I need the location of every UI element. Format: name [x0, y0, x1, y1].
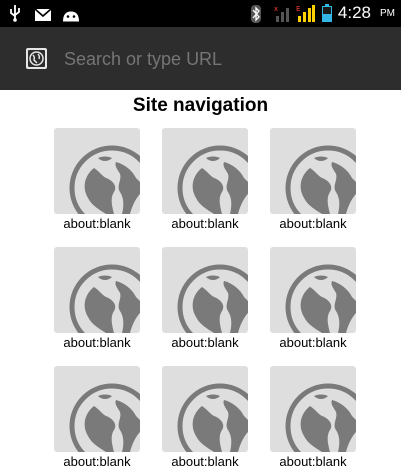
site-tile-label: about:blank: [63, 216, 131, 231]
site-thumbnail: [270, 247, 356, 333]
globe-icon: [177, 145, 248, 214]
site-tile[interactable]: about:blank: [256, 247, 366, 357]
site-thumbnail: [270, 366, 356, 452]
globe-icon: [69, 264, 140, 333]
site-tile[interactable]: about:blank: [40, 247, 150, 357]
site-tile-label: about:blank: [279, 335, 347, 350]
site-tile-label: about:blank: [63, 454, 131, 469]
globe-icon: [69, 145, 140, 214]
site-tile[interactable]: about:blank: [148, 366, 258, 476]
globe-icon: [285, 145, 356, 214]
site-thumbnail: [54, 366, 140, 452]
site-tile-label: about:blank: [279, 216, 347, 231]
globe-icon: [69, 383, 140, 452]
globe-icon: [177, 264, 248, 333]
globe-icon: [285, 264, 356, 333]
site-thumbnail: [54, 247, 140, 333]
site-tile[interactable]: about:blank: [256, 366, 366, 476]
site-tile[interactable]: about:blank: [40, 128, 150, 238]
site-tile-label: about:blank: [171, 216, 239, 231]
site-tile[interactable]: about:blank: [148, 128, 258, 238]
site-thumbnail: [162, 128, 248, 214]
site-grid: about:blank about:blank about:blank abou…: [0, 0, 401, 472]
site-tile[interactable]: about:blank: [40, 366, 150, 476]
site-tile[interactable]: about:blank: [148, 247, 258, 357]
site-thumbnail: [54, 128, 140, 214]
site-thumbnail: [162, 366, 248, 452]
globe-icon: [177, 383, 248, 452]
site-tile-label: about:blank: [171, 335, 239, 350]
site-tile-label: about:blank: [63, 335, 131, 350]
globe-icon: [285, 383, 356, 452]
site-thumbnail: [270, 128, 356, 214]
site-tile-label: about:blank: [279, 454, 347, 469]
site-tile-label: about:blank: [171, 454, 239, 469]
site-thumbnail: [162, 247, 248, 333]
site-tile[interactable]: about:blank: [256, 128, 366, 238]
